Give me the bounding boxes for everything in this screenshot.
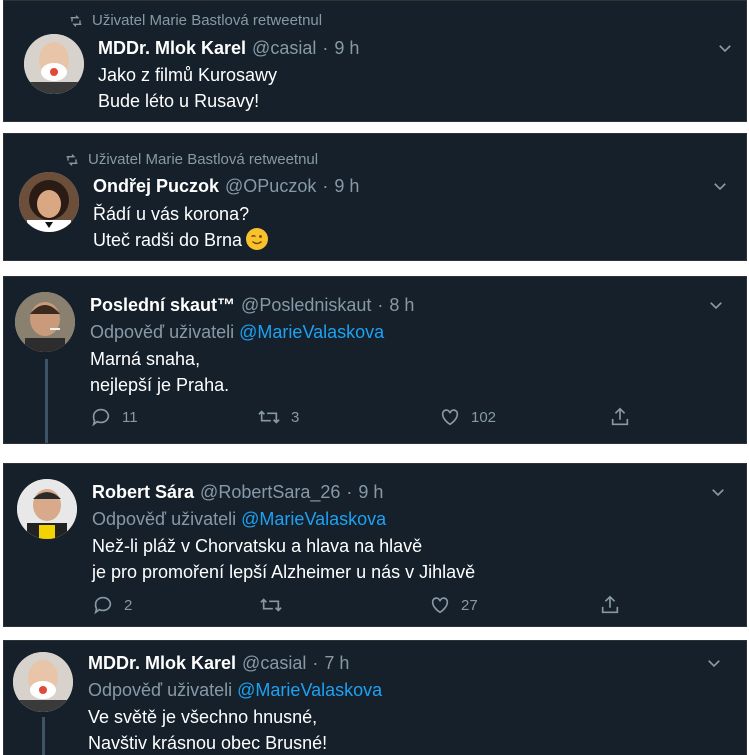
tweet-text: Jako z filmů Kurosawy Bude léto u Rusavy… — [98, 65, 278, 111]
reply-button[interactable]: 2 — [92, 594, 259, 616]
separator-dot: · — [346, 482, 353, 502]
retweet-label: Uživatel Marie Bastlová retweetnul — [88, 151, 319, 168]
retweet-icon — [66, 153, 78, 166]
chevron-down-icon[interactable] — [709, 483, 727, 501]
reply-to-link[interactable]: @MarieValaskova — [239, 322, 384, 342]
tweet-text: Ve světě je všechno hnusné, Navštiv krás… — [88, 707, 328, 753]
thread-line — [45, 359, 48, 443]
retweet-button[interactable] — [259, 594, 429, 616]
tweet-time[interactable]: 9 h — [358, 482, 383, 503]
tweet-card[interactable]: Poslední skaut™ @Posledniskaut · 8 h Odp… — [3, 276, 747, 444]
tweet-actions: 2 27 — [92, 594, 621, 616]
reply-icon — [94, 596, 112, 615]
tweet-card[interactable]: Robert Sára @RobertSara_26 · 9 h Odpověď… — [3, 463, 747, 627]
retweet-button[interactable]: 3 — [257, 406, 439, 428]
wink-emoji-icon — [246, 228, 269, 250]
reply-count: 2 — [124, 596, 133, 614]
tweet-card[interactable]: MDDr. Mlok Karel @casial · 7 h Odpověď u… — [3, 640, 747, 755]
reply-icon — [92, 408, 110, 427]
reply-context: Odpověď uživateli @MarieValaskova — [90, 322, 385, 342]
author-handle[interactable]: @casial — [242, 653, 306, 674]
share-icon — [601, 595, 619, 614]
tweet-actions: 11 3 102 — [90, 406, 631, 428]
author-name[interactable]: Poslední skaut™ — [90, 295, 235, 316]
tweet-card[interactable]: Uživatel Marie Bastlová retweetnul Ondře… — [3, 133, 747, 261]
retweet-count: 3 — [291, 408, 300, 426]
reply-to-link[interactable]: @MarieValaskova — [237, 680, 382, 700]
chevron-down-icon[interactable] — [716, 39, 734, 57]
author-handle[interactable]: @RobertSara_26 — [200, 482, 340, 503]
retweet-context: Uživatel Marie Bastlová retweetnul — [64, 151, 318, 168]
like-button[interactable]: 27 — [429, 594, 599, 616]
retweet-icon — [258, 410, 280, 424]
like-icon — [441, 409, 459, 426]
separator-dot: · — [322, 38, 329, 58]
separator-dot: · — [312, 653, 319, 673]
separator-dot: · — [377, 295, 384, 315]
reply-context: Odpověď uživateli @MarieValaskova — [88, 680, 383, 700]
retweet-label: Uživatel Marie Bastlová retweetnul — [92, 12, 323, 29]
tweet-text: Marná snaha, nejlepší je Praha. — [90, 349, 230, 395]
author-handle[interactable]: @casial — [252, 38, 316, 59]
like-button[interactable]: 102 — [439, 406, 609, 428]
retweet-context: Uživatel Marie Bastlová retweetnul — [68, 12, 322, 29]
retweet-icon — [70, 14, 82, 27]
author-handle[interactable]: @OPuczok — [225, 176, 316, 197]
tweet-time[interactable]: 8 h — [389, 295, 414, 316]
author-name[interactable]: MDDr. Mlok Karel — [98, 38, 246, 59]
share-button[interactable] — [599, 594, 621, 616]
avatar[interactable] — [17, 479, 77, 539]
avatar[interactable] — [15, 292, 75, 352]
author-name[interactable]: Robert Sára — [92, 482, 194, 503]
tweet-card[interactable]: Uživatel Marie Bastlová retweetnul MDDr.… — [3, 0, 747, 122]
share-button[interactable] — [609, 406, 631, 428]
author-name[interactable]: Ondřej Puczok — [93, 176, 219, 197]
separator-dot: · — [322, 176, 329, 196]
retweet-icon — [260, 598, 282, 612]
avatar[interactable] — [19, 172, 79, 232]
tweet-time[interactable]: 9 h — [334, 38, 359, 59]
thread-line — [42, 717, 45, 755]
tweet-text: Než-li pláž v Chorvatsku a hlava na hlav… — [92, 536, 476, 582]
reply-count: 11 — [122, 408, 138, 426]
reply-context: Odpověď uživateli @MarieValaskova — [92, 509, 387, 529]
like-icon — [431, 597, 449, 614]
like-count: 27 — [461, 596, 478, 614]
chevron-down-icon[interactable] — [705, 654, 723, 672]
author-name[interactable]: MDDr. Mlok Karel — [88, 653, 236, 674]
author-handle[interactable]: @Posledniskaut — [241, 295, 371, 316]
chevron-down-icon[interactable] — [711, 177, 729, 195]
tweet-time[interactable]: 9 h — [334, 176, 359, 197]
avatar[interactable] — [24, 34, 84, 94]
like-count: 102 — [471, 408, 497, 426]
tweet-text: Řádí u vás korona? Uteč radši do Brna — [93, 201, 269, 253]
reply-to-link[interactable]: @MarieValaskova — [241, 509, 386, 529]
reply-button[interactable]: 11 — [90, 406, 257, 428]
chevron-down-icon[interactable] — [707, 296, 725, 314]
avatar[interactable] — [13, 652, 73, 712]
tweet-time[interactable]: 7 h — [324, 653, 349, 674]
share-icon — [611, 407, 629, 426]
